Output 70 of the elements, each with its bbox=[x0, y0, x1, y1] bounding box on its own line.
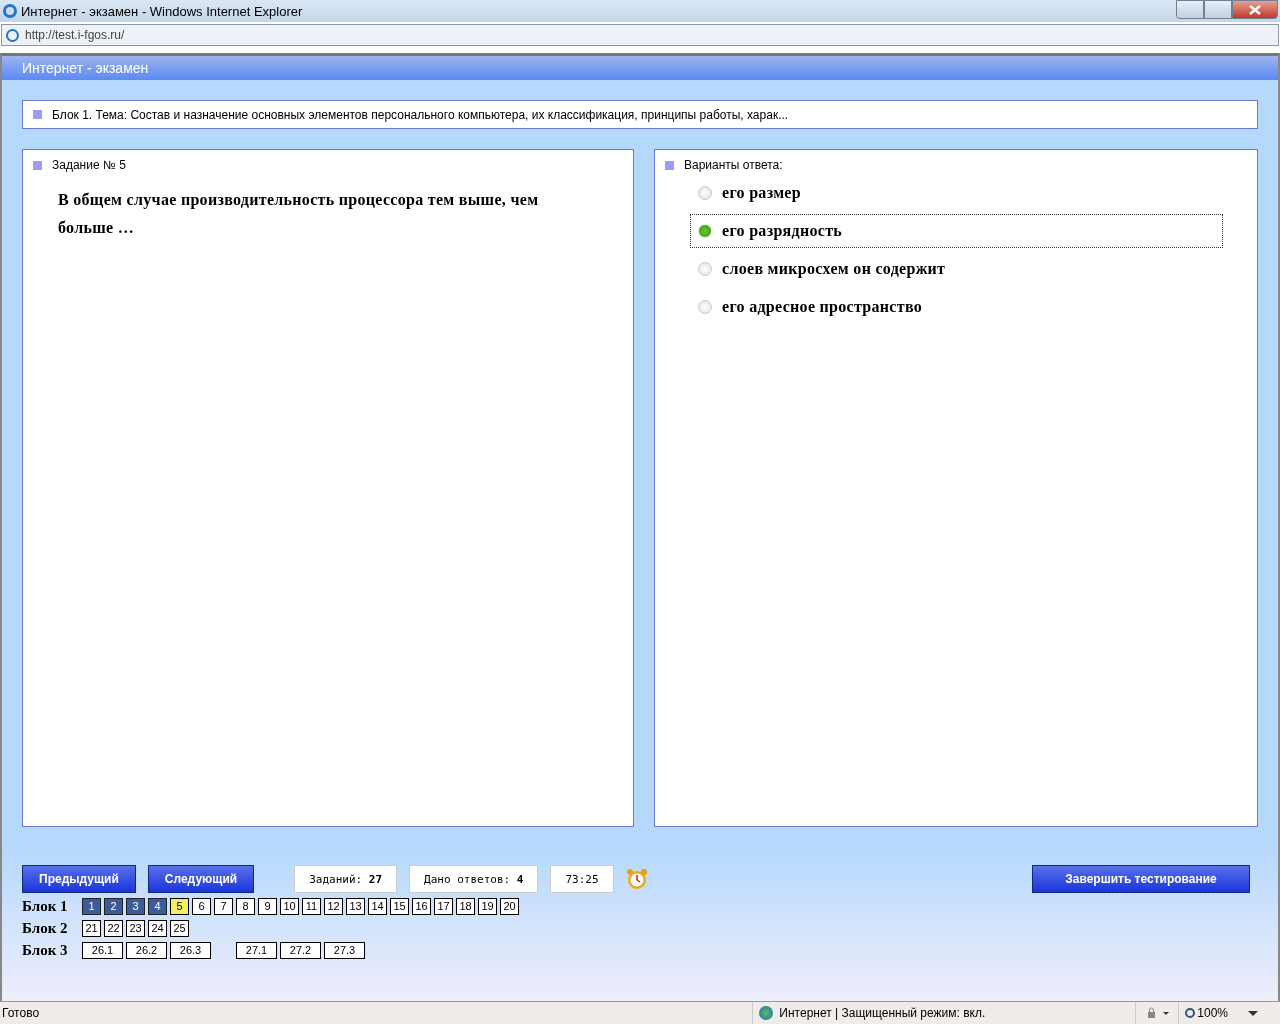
question-link[interactable]: 26.2 bbox=[126, 941, 167, 959]
question-link[interactable]: 3 bbox=[126, 897, 145, 915]
finish-button[interactable]: Завершить тестирование bbox=[1032, 865, 1250, 893]
address-field[interactable]: http://test.i-fgos.ru/ bbox=[1, 24, 1279, 46]
globe-icon bbox=[759, 1006, 774, 1020]
question-text: В общем случае производительность процессора тем выше, чем больше … bbox=[58, 190, 540, 238]
question-link[interactable]: 11 bbox=[302, 897, 321, 915]
radio-button[interactable] bbox=[698, 300, 712, 314]
question-link[interactable]: 21 bbox=[82, 919, 101, 937]
browser-logo-icon bbox=[3, 4, 17, 18]
question-link[interactable]: 13 bbox=[346, 897, 365, 915]
question-link[interactable]: 12 bbox=[324, 897, 343, 915]
next-button[interactable]: Следующий bbox=[147, 865, 255, 893]
question-link[interactable]: 27.2 bbox=[280, 941, 321, 959]
status-text: Готово bbox=[1, 1006, 40, 1020]
answer-option[interactable]: слоев микросхем он содержит bbox=[690, 252, 1223, 286]
answer-option[interactable]: его разрядность bbox=[690, 214, 1223, 248]
block-label: Блок 3 bbox=[22, 941, 69, 959]
task-heading: Задание № 5 bbox=[52, 158, 126, 172]
alarm-clock-icon bbox=[625, 868, 648, 890]
question-link[interactable]: 22 bbox=[104, 919, 123, 937]
block-label: Блок 1 bbox=[22, 897, 69, 915]
timer: 73:25 bbox=[550, 865, 614, 893]
question-link[interactable]: 5 bbox=[170, 897, 189, 915]
minimize-button[interactable] bbox=[1176, 0, 1204, 19]
close-button[interactable] bbox=[1232, 0, 1278, 19]
question-link[interactable]: 1 bbox=[82, 897, 101, 915]
question-link[interactable]: 19 bbox=[478, 897, 497, 915]
question-link[interactable]: 24 bbox=[148, 919, 167, 937]
question-link[interactable]: 2 bbox=[104, 897, 123, 915]
maximize-button[interactable] bbox=[1204, 0, 1232, 19]
caret-icon[interactable] bbox=[1248, 1010, 1258, 1016]
question-link[interactable]: 7 bbox=[214, 897, 233, 915]
bullet-icon bbox=[665, 160, 674, 170]
window-title: Интернет - экзамен - Windows Internet Explorer bbox=[21, 3, 303, 19]
question-link[interactable]: 26.1 bbox=[82, 941, 123, 959]
question-link[interactable]: 25 bbox=[170, 919, 189, 937]
question-link[interactable]: 4 bbox=[148, 897, 167, 915]
zoom-icon bbox=[1185, 1008, 1196, 1018]
zoom-control[interactable]: 100% bbox=[1178, 1002, 1234, 1024]
answers-heading: Варианты ответа: bbox=[684, 158, 783, 172]
radio-button[interactable] bbox=[698, 186, 712, 200]
security-zone: Интернет | Защищенный режим: вкл. bbox=[779, 1006, 986, 1020]
question-link[interactable]: 8 bbox=[236, 897, 255, 915]
answers-count: Дано ответов: 4 bbox=[409, 865, 539, 893]
question-link[interactable]: 14 bbox=[368, 897, 387, 915]
bullet-icon bbox=[33, 160, 42, 170]
answer-option[interactable]: его адресное пространство bbox=[690, 290, 1223, 324]
tasks-count: Заданий: 27 bbox=[294, 865, 398, 893]
answer-option[interactable]: его размер bbox=[690, 176, 1223, 210]
question-link[interactable]: 15 bbox=[390, 897, 409, 915]
question-link[interactable]: 17 bbox=[434, 897, 453, 915]
radio-button[interactable] bbox=[698, 262, 712, 276]
question-link[interactable]: 6 bbox=[192, 897, 211, 915]
bullet-icon bbox=[33, 110, 42, 119]
question-link[interactable]: 20 bbox=[500, 897, 519, 915]
question-link[interactable]: 27.3 bbox=[324, 941, 365, 959]
close-icon bbox=[1249, 4, 1261, 15]
question-link[interactable]: 26.3 bbox=[170, 941, 211, 959]
topic-text: Блок 1. Тема: Состав и назначение основных элементов персонального компьютера, их классификация, принципы работы, харак... bbox=[52, 107, 789, 122]
page-icon bbox=[6, 28, 19, 42]
block-label: Блок 2 bbox=[22, 919, 69, 937]
previous-button[interactable]: Предыдущий bbox=[22, 865, 136, 893]
question-link[interactable]: 10 bbox=[280, 897, 299, 915]
question-link[interactable]: 27.1 bbox=[236, 941, 277, 959]
question-link[interactable]: 16 bbox=[412, 897, 431, 915]
app-header: Интернет - экзамен bbox=[2, 56, 1278, 80]
question-link[interactable]: 23 bbox=[126, 919, 145, 937]
question-link[interactable]: 9 bbox=[258, 897, 277, 915]
question-link[interactable]: 18 bbox=[456, 897, 475, 915]
